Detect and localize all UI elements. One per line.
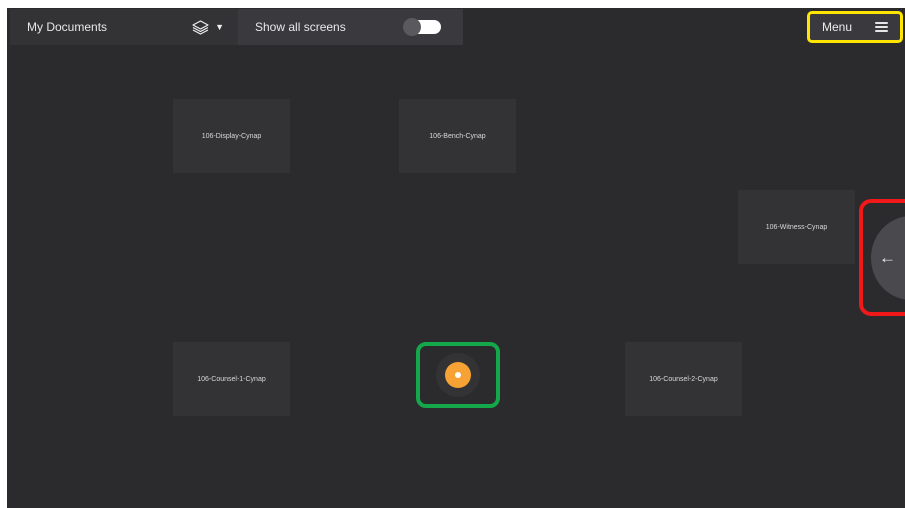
screen-label: 106-Display-Cynap [201,132,262,140]
toggle-knob [403,18,421,36]
screen-tile-counsel-2[interactable]: 106-Counsel-2-Cynap [625,342,742,416]
my-documents-label: My Documents [27,20,108,34]
screen-tile-witness[interactable]: 106-Witness-Cynap [738,190,855,264]
chevron-down-icon: ▼ [215,22,224,32]
hamburger-icon [875,22,888,32]
screen-label: 106-Counsel-2-Cynap [649,375,718,383]
screen-tile-counsel-1[interactable]: 106-Counsel-1-Cynap [173,342,290,416]
menu-button[interactable]: Menu [807,11,903,43]
screen-label: 106-Counsel-1-Cynap [197,375,266,383]
menu-label: Menu [822,20,853,34]
screen-label: 106-Bench-Cynap [429,132,486,140]
my-documents-button[interactable]: My Documents ▼ [10,9,238,45]
location-target-icon [445,362,471,388]
top-toolbar: My Documents ▼ Show all screens [10,9,463,45]
back-button-highlight: ← [859,199,905,316]
layers-icon [192,19,209,35]
layers-dropdown[interactable]: ▼ [192,19,224,35]
arrow-left-icon: ← [879,248,896,267]
app-canvas: My Documents ▼ Show all screens Menu 106… [7,8,905,508]
back-button[interactable]: ← [871,216,905,300]
location-target-button[interactable] [416,342,500,408]
screen-tile-bench[interactable]: 106-Bench-Cynap [399,99,516,173]
target-halo [436,353,480,397]
show-all-screens-toggle[interactable] [403,18,441,36]
screen-label: 106-Witness-Cynap [765,223,828,231]
screen-tile-display[interactable]: 106-Display-Cynap [173,99,290,173]
show-all-screens-row: Show all screens [238,18,463,36]
show-all-screens-label: Show all screens [255,20,346,34]
